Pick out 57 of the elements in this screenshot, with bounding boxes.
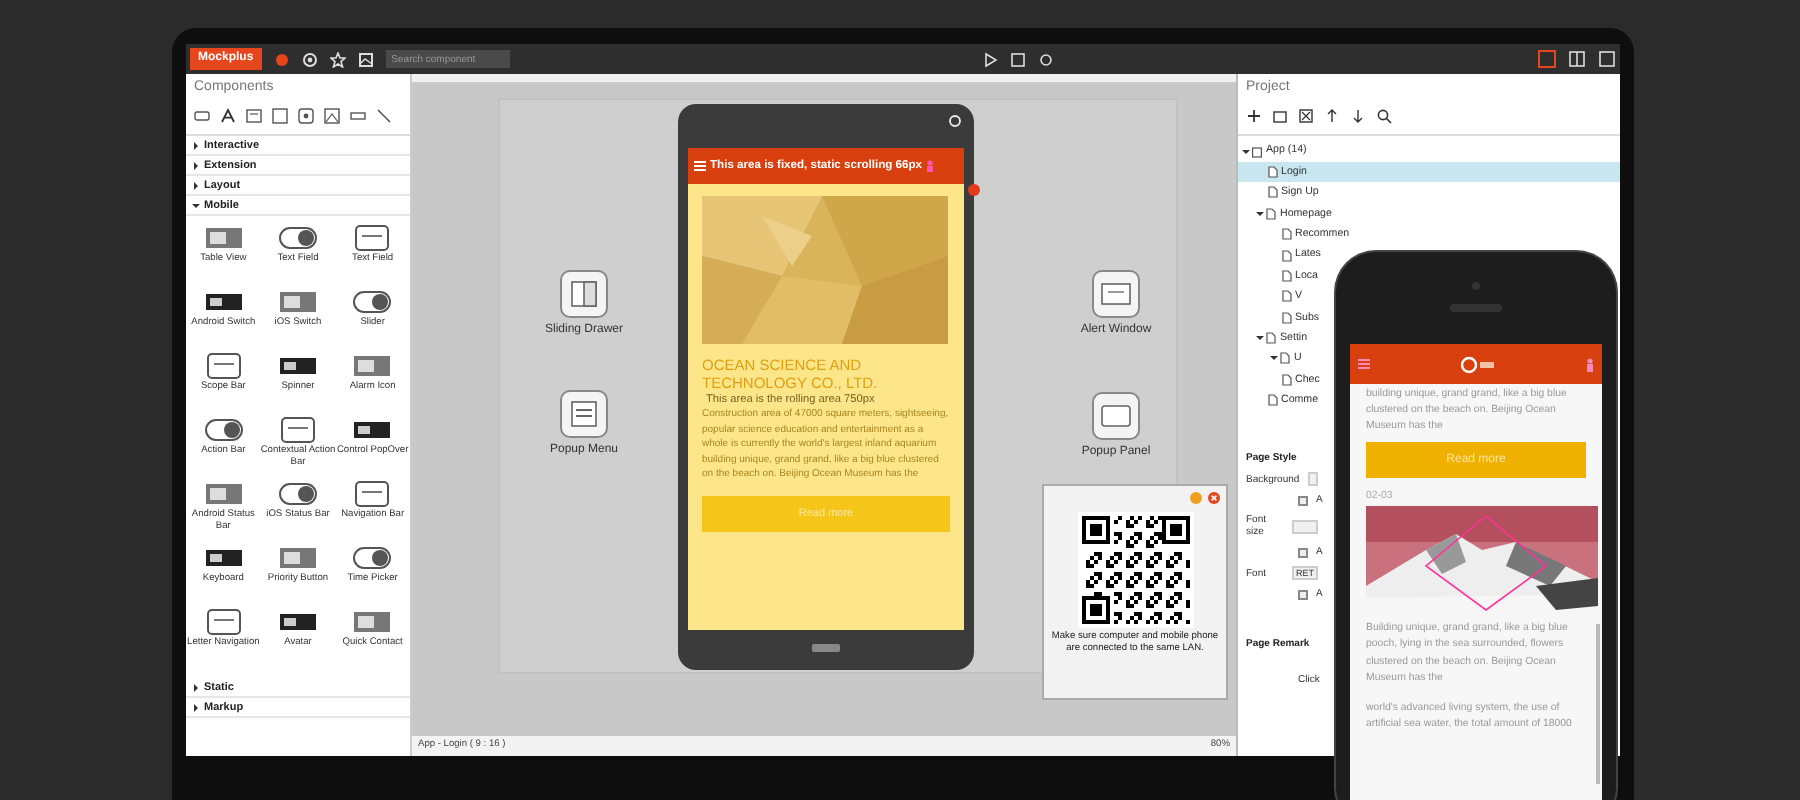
menu-icon[interactable]	[694, 160, 706, 172]
component-icon	[350, 480, 395, 509]
component-icon	[201, 480, 246, 509]
rectangle-tool-icon[interactable]	[272, 108, 288, 125]
property-field[interactable]	[1307, 472, 1318, 487]
star-icon[interactable]	[329, 51, 346, 67]
component-icon	[201, 224, 246, 253]
component-icon	[201, 352, 246, 381]
component-icon	[275, 544, 320, 573]
widget-button[interactable]	[1092, 392, 1140, 440]
checkbox[interactable]	[1298, 495, 1308, 506]
component-icon	[201, 416, 246, 445]
move-up-icon[interactable]	[1324, 108, 1340, 125]
component-icon	[350, 544, 395, 573]
button-shape-icon[interactable]	[194, 108, 210, 125]
circle-icon[interactable]	[1038, 51, 1054, 67]
anchor-handle[interactable]	[968, 184, 980, 196]
component-icon	[350, 352, 395, 381]
component-icon	[350, 288, 395, 317]
component-icon	[275, 224, 320, 253]
folder-icon	[1252, 145, 1262, 158]
delete-icon[interactable]	[1298, 108, 1314, 125]
frame-icon[interactable]	[1010, 51, 1026, 67]
checkbox[interactable]	[1298, 547, 1308, 558]
caret-icon[interactable]	[1242, 149, 1250, 154]
search-icon[interactable]	[1376, 108, 1392, 125]
image-icon[interactable]	[357, 51, 374, 67]
widget-icon	[566, 276, 602, 312]
logo-icon	[1460, 355, 1496, 373]
placeholder-tool-icon[interactable]	[298, 108, 314, 125]
refresh-icon[interactable]	[948, 114, 962, 128]
widget-icon	[566, 396, 602, 432]
image-tool-icon[interactable]	[324, 108, 340, 125]
add-icon[interactable]	[1246, 108, 1262, 125]
move-down-icon[interactable]	[1350, 108, 1366, 125]
property-field[interactable]	[1292, 519, 1318, 534]
component-icon	[350, 608, 395, 637]
checkbox[interactable]	[1298, 589, 1308, 600]
component-icon	[275, 480, 320, 509]
label-tool-icon[interactable]	[246, 108, 262, 125]
record-icon[interactable]	[273, 51, 290, 67]
text-tool-icon[interactable]	[220, 108, 236, 125]
qr-code	[1077, 512, 1193, 628]
layout-icon[interactable]	[1568, 50, 1586, 68]
folder-icon[interactable]	[1272, 108, 1288, 125]
widget-button[interactable]	[560, 270, 608, 318]
widget-button[interactable]	[560, 390, 608, 438]
line-tool-icon[interactable]	[376, 108, 392, 125]
play-icon[interactable]	[982, 51, 998, 67]
component-icon	[350, 224, 395, 253]
window-icon[interactable]	[1598, 50, 1616, 68]
input-tool-icon[interactable]	[350, 108, 366, 125]
component-icon	[201, 608, 246, 637]
component-icon	[275, 288, 320, 317]
widget-button[interactable]	[1092, 270, 1140, 318]
close-icon[interactable]	[1538, 50, 1556, 68]
component-icon	[275, 416, 320, 445]
